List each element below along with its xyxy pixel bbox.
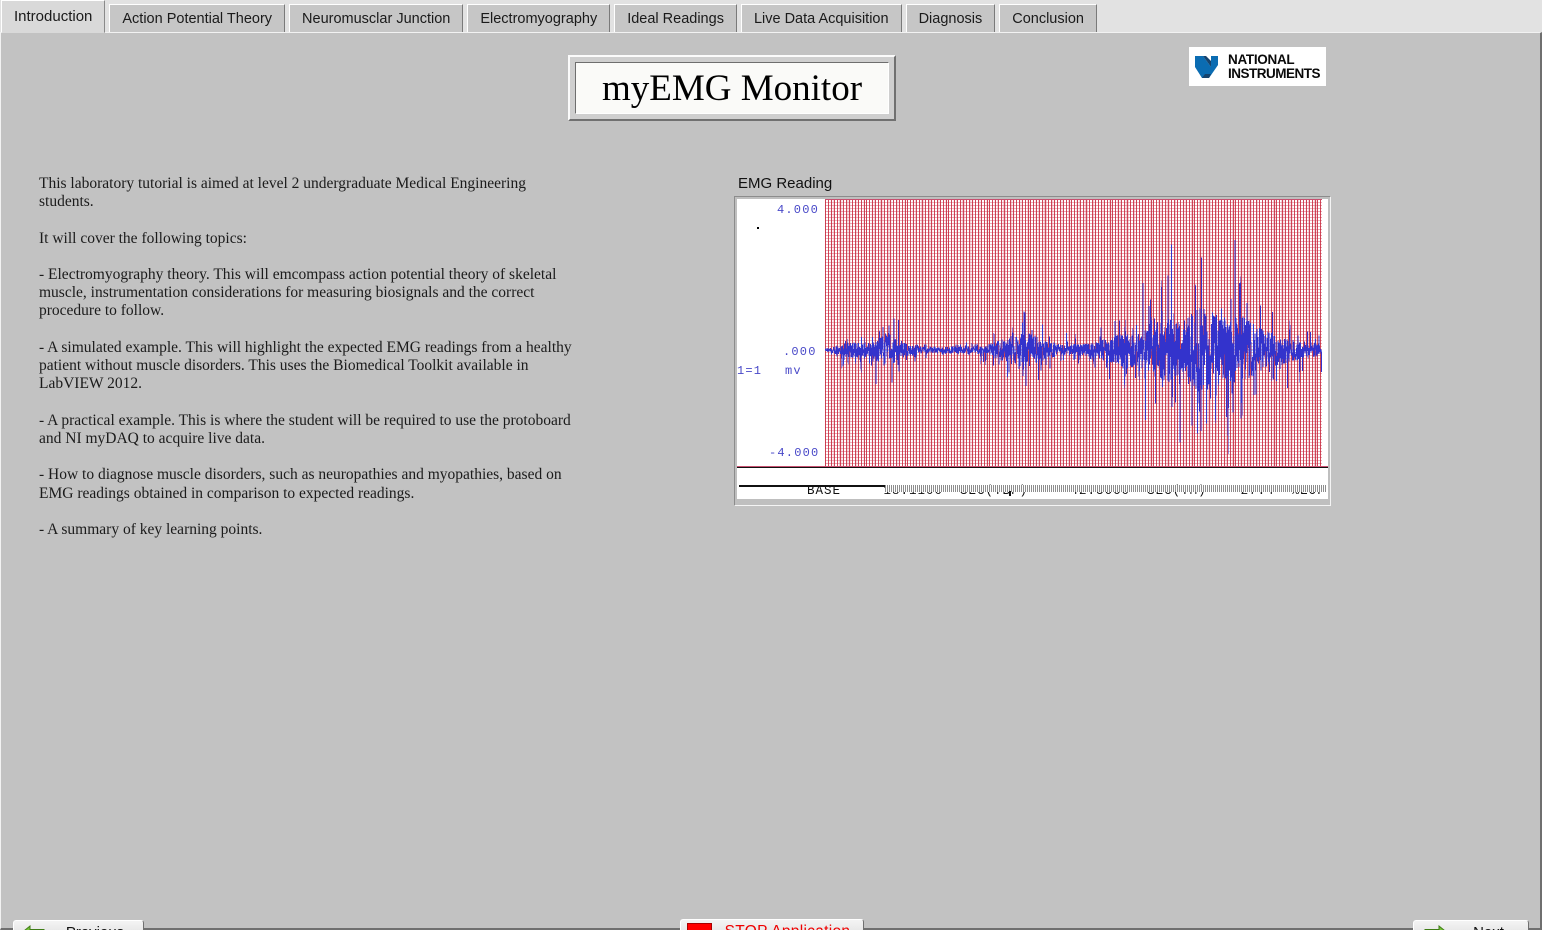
next-button[interactable]: Next xyxy=(1413,920,1529,930)
arrow-left-icon xyxy=(23,924,45,930)
intro-paragraph: It will cover the following topics: xyxy=(39,229,247,247)
main-panel: myEMG Monitor NATIONAL INSTRUMENTS This … xyxy=(0,32,1542,930)
tab-label: Ideal Readings xyxy=(627,10,724,27)
tab-label: Live Data Acquisition xyxy=(753,10,889,27)
app-title-box: myEMG Monitor xyxy=(568,55,896,121)
ni-logo-line2: INSTRUMENTS xyxy=(1228,65,1321,81)
tab-label: Diagnosis xyxy=(918,10,983,27)
status-tick-mark xyxy=(1009,491,1011,496)
ni-logo-line1: NATIONAL xyxy=(1228,52,1295,67)
introduction-text: This laboratory tutorial is aimed at lev… xyxy=(39,175,579,557)
tab-diagnosis[interactable]: Diagnosis xyxy=(905,4,996,33)
tab-action-potential-theory[interactable]: Action Potential Theory xyxy=(109,4,286,33)
y-axis-max-label: 4.000 xyxy=(777,203,820,217)
tab-label: Neuromusclar Junction xyxy=(302,10,451,27)
application-window: Introduction Action Potential Theory Neuro… xyxy=(0,0,1542,930)
y-axis-min-label: -4.000 xyxy=(769,446,820,460)
tab-label: Conclusion xyxy=(1012,10,1084,27)
page-title: myEMG Monitor xyxy=(601,67,863,109)
y-axis-unit-label: mv xyxy=(785,364,802,378)
stop-application-button[interactable]: STOP Application xyxy=(680,919,864,930)
intro-paragraph: - Electromyography theory. This will emc… xyxy=(39,265,557,320)
arrow-right-icon xyxy=(1424,924,1446,930)
intro-paragraph: - A practical example. This is where the… xyxy=(39,411,571,447)
emg-chart[interactable]: 4.000 .000 mv 1=1 -4.000 BASE 18.1100 SE… xyxy=(734,196,1331,506)
intro-paragraph: This laboratory tutorial is aimed at lev… xyxy=(39,175,526,211)
previous-button-label: Previous xyxy=(47,924,143,930)
tab-neuromusclar-junction[interactable]: Neuromusclar Junction xyxy=(289,4,464,33)
tab-bar: Introduction Action Potential Theory Neuro… xyxy=(0,0,1542,33)
status-hatch-bar xyxy=(885,485,1326,492)
intro-paragraph: - How to diagnose muscle disorders, such… xyxy=(39,466,562,502)
emg-waveform xyxy=(825,239,1322,454)
tab-electromyography[interactable]: Electromyography xyxy=(467,4,611,33)
stop-button-label: STOP Application xyxy=(712,923,863,930)
status-underline xyxy=(739,485,885,487)
chart-scale-label: 1=1 xyxy=(737,364,763,378)
next-button-label: Next xyxy=(1449,924,1528,930)
stray-marker-dot xyxy=(757,227,759,229)
intro-paragraph: - A summary of key learning points. xyxy=(39,520,263,538)
tab-introduction[interactable]: Introduction xyxy=(1,0,106,33)
chart-status-bar: BASE 18.1100 SEC(TBF) -42.3660 SEC(TM) 2… xyxy=(737,467,1328,499)
tab-live-data-acquisition[interactable]: Live Data Acquisition xyxy=(740,4,902,33)
intro-paragraph: - A simulated example. This will highlig… xyxy=(39,338,572,393)
chart-title: EMG Reading xyxy=(738,175,833,192)
tab-label: Introduction xyxy=(14,8,93,25)
national-instruments-logo: NATIONAL INSTRUMENTS xyxy=(1189,47,1326,86)
previous-button[interactable]: Previous xyxy=(13,920,144,930)
ni-wordmark: NATIONAL INSTRUMENTS xyxy=(1228,52,1321,81)
tab-label: Action Potential Theory xyxy=(122,10,273,27)
ni-eagle-icon xyxy=(1195,55,1218,78)
y-axis-zero-label: .000 xyxy=(783,345,817,359)
tab-ideal-readings[interactable]: Ideal Readings xyxy=(614,4,737,33)
tab-label: Electromyography xyxy=(480,10,598,27)
tab-conclusion[interactable]: Conclusion xyxy=(999,4,1097,33)
stop-square-icon xyxy=(687,923,712,930)
emg-plot-area[interactable]: 4.000 .000 mv 1=1 -4.000 xyxy=(737,199,1328,467)
app-title-inner: myEMG Monitor xyxy=(575,62,889,114)
